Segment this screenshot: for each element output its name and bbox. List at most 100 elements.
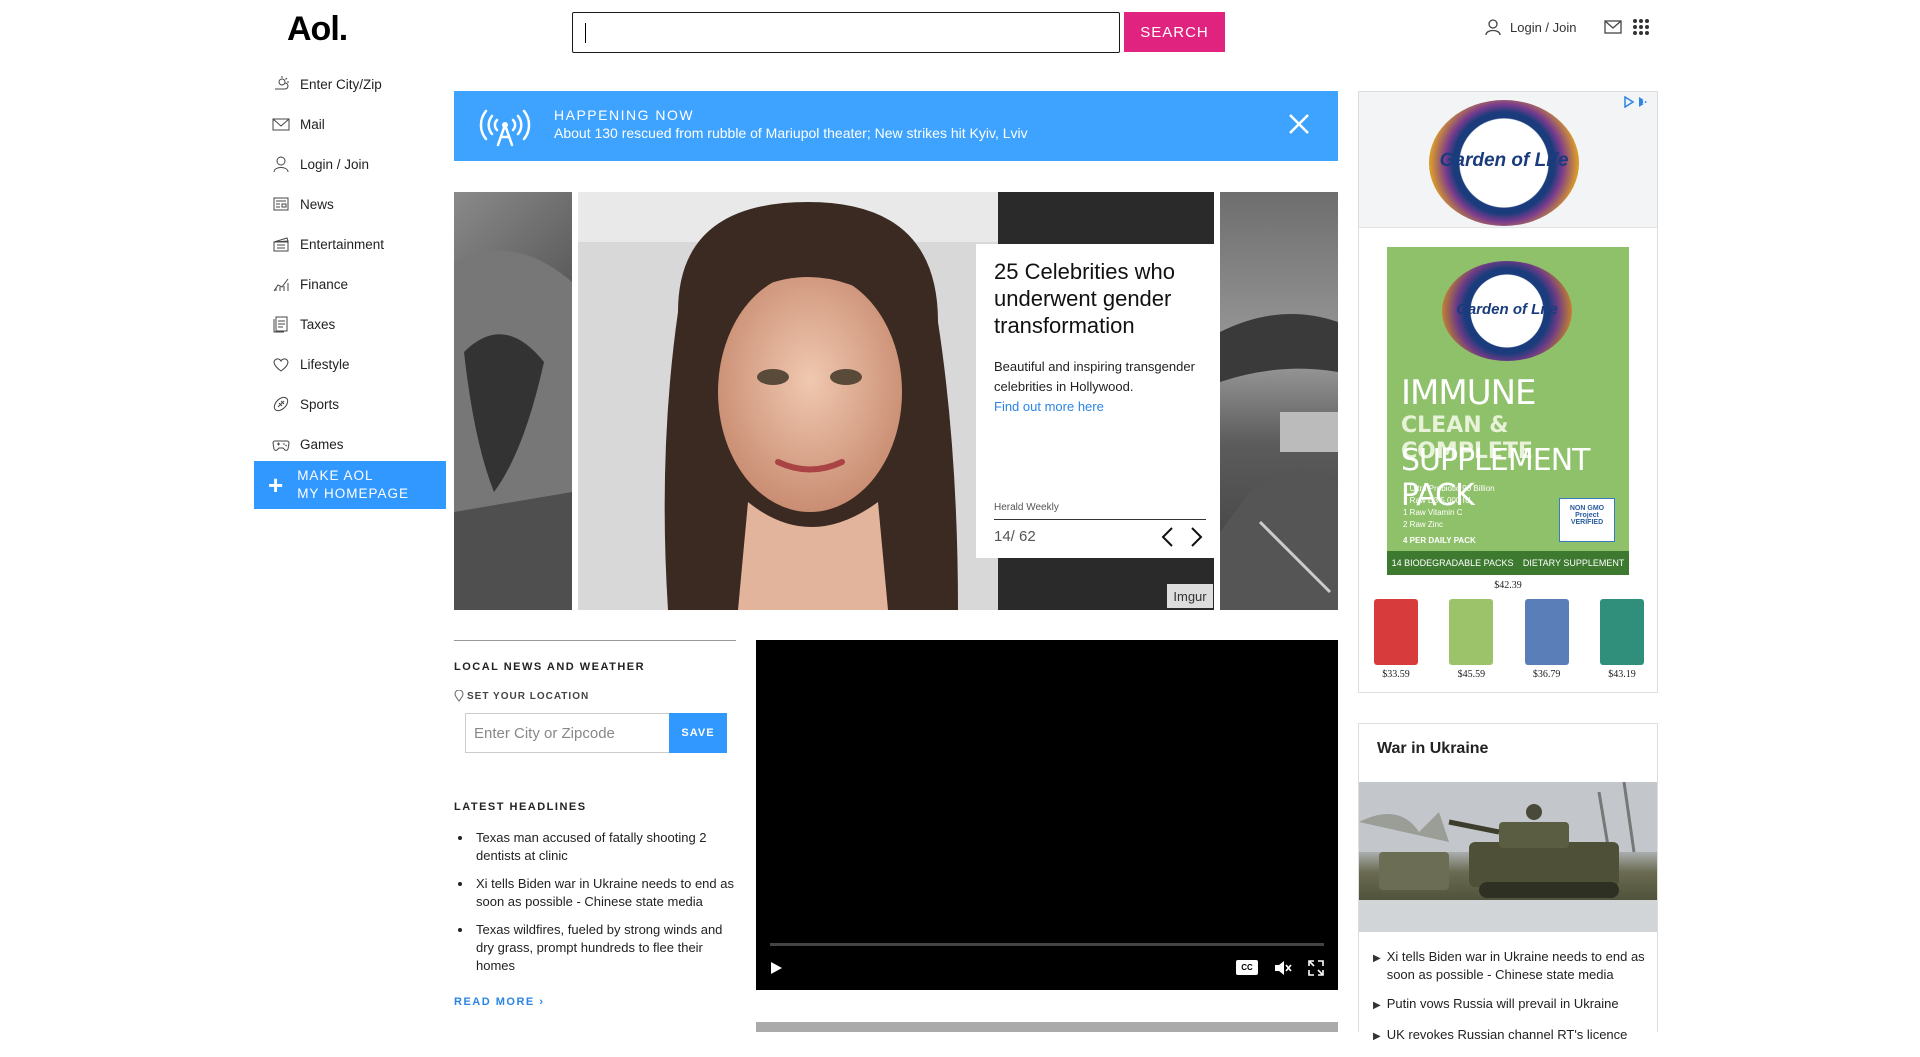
closed-captions-button[interactable]: CC bbox=[1236, 960, 1258, 975]
product-thumb-image bbox=[1599, 599, 1644, 665]
nav-item-login[interactable]: Login / Join bbox=[272, 144, 452, 184]
find-out-more-link[interactable]: Find out more here bbox=[994, 399, 1196, 414]
product-thumb-image bbox=[1449, 599, 1494, 665]
product-thumb[interactable]: $45.59 bbox=[1448, 599, 1494, 680]
nav-label: Mail bbox=[300, 116, 325, 132]
product-image[interactable]: Garden of Life IMMUNE CLEAN & COMPLETE S… bbox=[1387, 247, 1629, 575]
image-credit: Imgur bbox=[1167, 584, 1213, 608]
header-login-link[interactable]: Login / Join bbox=[1484, 18, 1577, 36]
slide-title[interactable]: 25 Celebrities who underwent gender tran… bbox=[994, 258, 1196, 339]
prev-photo bbox=[454, 250, 572, 610]
aol-logo[interactable]: Aol. bbox=[287, 10, 348, 49]
link-text: UK revokes Russian channel RT's licence bbox=[1386, 1027, 1628, 1042]
read-more-link[interactable]: READ MORE › bbox=[454, 996, 544, 1008]
product-brand-logo: Garden of Life bbox=[1442, 261, 1572, 361]
chevron-right-icon[interactable] bbox=[1190, 526, 1204, 548]
carousel-caption-card: 25 Celebrities who underwent gender tran… bbox=[976, 244, 1214, 558]
nav-item-weather[interactable]: Enter City/Zip bbox=[272, 64, 452, 104]
news-icon bbox=[273, 197, 289, 211]
plus-icon: + bbox=[268, 470, 284, 500]
product-thumb[interactable]: $33.59 bbox=[1373, 599, 1419, 680]
happening-now-banner[interactable]: HAPPENING NOW About 130 rescued from rub… bbox=[454, 91, 1338, 161]
product-thumb[interactable]: $43.19 bbox=[1599, 599, 1645, 680]
nav-item-news[interactable]: News bbox=[272, 184, 452, 224]
headline-text: Xi tells Biden war in Ukraine needs to e… bbox=[476, 876, 734, 909]
chevron-left-icon[interactable] bbox=[1160, 526, 1174, 548]
nav-item-sports[interactable]: Sports bbox=[272, 384, 452, 424]
bullet bbox=[458, 882, 462, 886]
list-item[interactable]: ▶ Putin vows Russia will prevail in Ukrai… bbox=[1373, 995, 1649, 1015]
happening-title: HAPPENING NOW bbox=[554, 107, 695, 123]
save-location-button[interactable]: SAVE bbox=[669, 713, 727, 753]
make-homepage-button[interactable]: + MAKE AOL MY HOMEPAGE bbox=[254, 461, 446, 509]
weather-icon bbox=[275, 76, 289, 90]
nav-label: Login / Join bbox=[300, 156, 370, 172]
next-story-image[interactable] bbox=[756, 1022, 1338, 1032]
search-button[interactable]: SEARCH bbox=[1124, 12, 1225, 52]
list-item[interactable]: Texas wildfires, fueled by strong winds … bbox=[454, 921, 736, 975]
mute-icon[interactable] bbox=[1274, 960, 1292, 976]
product-footer: 14 BIODEGRADABLE PACKS DIETARY SUPPLEMENT bbox=[1387, 551, 1629, 575]
mail-icon[interactable] bbox=[1604, 20, 1622, 34]
nav-item-finance[interactable]: Finance bbox=[272, 264, 452, 304]
happening-headline[interactable]: About 130 rescued from rubble of Mariupo… bbox=[554, 125, 1028, 141]
set-location-label: SET YOUR LOCATION bbox=[467, 690, 590, 702]
headline-text: Texas wildfires, fueled by strong winds … bbox=[476, 922, 723, 973]
gamepad-icon bbox=[272, 440, 290, 451]
nav-item-entertainment[interactable]: Entertainment bbox=[272, 224, 452, 264]
headline-text: Texas man accused of fatally shooting 2 … bbox=[476, 830, 707, 863]
slide-description: Beautiful and inspiring transgender cele… bbox=[994, 359, 1195, 394]
apps-grid-icon[interactable] bbox=[1632, 18, 1650, 36]
ukraine-photo[interactable] bbox=[1359, 782, 1657, 932]
product-thumb-image bbox=[1374, 599, 1418, 665]
nav-item-games[interactable]: Games bbox=[272, 424, 452, 464]
close-icon[interactable] bbox=[1288, 113, 1310, 135]
nav-item-lifestyle[interactable]: Lifestyle bbox=[272, 344, 452, 384]
module-title[interactable]: War in Ukraine bbox=[1377, 740, 1488, 758]
card-divider bbox=[994, 519, 1206, 520]
user-icon bbox=[1485, 19, 1501, 36]
nav-item-taxes[interactable]: Taxes bbox=[272, 304, 452, 344]
local-news-module: LOCAL NEWS AND WEATHER SET YOUR LOCATION… bbox=[454, 640, 736, 1020]
document-icon bbox=[273, 316, 288, 333]
product-price: $42.39 bbox=[1494, 580, 1522, 591]
next-photo bbox=[1220, 314, 1338, 610]
triangle-right-icon: ▶ bbox=[1373, 1000, 1381, 1011]
local-news-heading: LOCAL NEWS AND WEATHER bbox=[454, 661, 646, 673]
brand-logo: Garden of Life bbox=[1429, 100, 1579, 226]
nav-item-mail[interactable]: Mail bbox=[272, 104, 452, 144]
product-thumbnails: $33.59 $45.59 $36.79 $43.19 bbox=[1373, 599, 1645, 680]
product-contents: 1 Ultra Probiotic 90 Billion 1 Raw D3 5,0… bbox=[1403, 484, 1495, 529]
advertisement[interactable]: Garden of Life Garden of Life IMMUNE CLE… bbox=[1358, 91, 1658, 693]
nav-label: Finance bbox=[300, 276, 349, 292]
video-player[interactable]: CC bbox=[756, 640, 1338, 990]
latest-headlines-heading: LATEST HEADLINES bbox=[454, 801, 587, 813]
nav-label: News bbox=[300, 196, 334, 212]
video-progress-bar[interactable] bbox=[770, 943, 1324, 946]
nav-label: Sports bbox=[300, 396, 340, 412]
heart-icon bbox=[273, 358, 289, 372]
nav-label: Taxes bbox=[300, 316, 336, 332]
nav-label: Lifestyle bbox=[300, 356, 350, 372]
zip-input[interactable]: Enter City or Zipcode bbox=[465, 713, 670, 753]
carousel-next-image[interactable] bbox=[1220, 192, 1338, 610]
set-location-link[interactable]: SET YOUR LOCATION bbox=[454, 690, 589, 702]
nav-label: Enter City/Zip bbox=[300, 76, 382, 92]
war-in-ukraine-module: War in Ukraine ▶ Xi tells Biden war in Uk… bbox=[1358, 723, 1658, 1042]
list-item[interactable]: ▶ UK revokes Russian channel RT's licence bbox=[1373, 1026, 1649, 1046]
football-icon bbox=[273, 396, 289, 412]
list-item[interactable]: Texas man accused of fatally shooting 2 … bbox=[454, 829, 736, 865]
adchoices-icon[interactable] bbox=[1623, 96, 1651, 108]
play-icon[interactable] bbox=[768, 960, 784, 976]
clapper-icon bbox=[273, 237, 289, 252]
header-login-label: Login / Join bbox=[1510, 19, 1577, 35]
list-item[interactable]: ▶ Xi tells Biden war in Ukraine needs to … bbox=[1373, 948, 1649, 984]
product-thumb[interactable]: $36.79 bbox=[1524, 599, 1570, 680]
link-text: Xi tells Biden war in Ukraine needs to e… bbox=[1386, 949, 1645, 982]
fullscreen-icon[interactable] bbox=[1308, 960, 1324, 976]
bullet bbox=[458, 836, 462, 840]
mail-icon bbox=[272, 118, 290, 131]
search-input[interactable] bbox=[572, 12, 1120, 53]
list-item[interactable]: Xi tells Biden war in Ukraine needs to e… bbox=[454, 875, 736, 911]
carousel-prev-image[interactable] bbox=[454, 192, 572, 610]
